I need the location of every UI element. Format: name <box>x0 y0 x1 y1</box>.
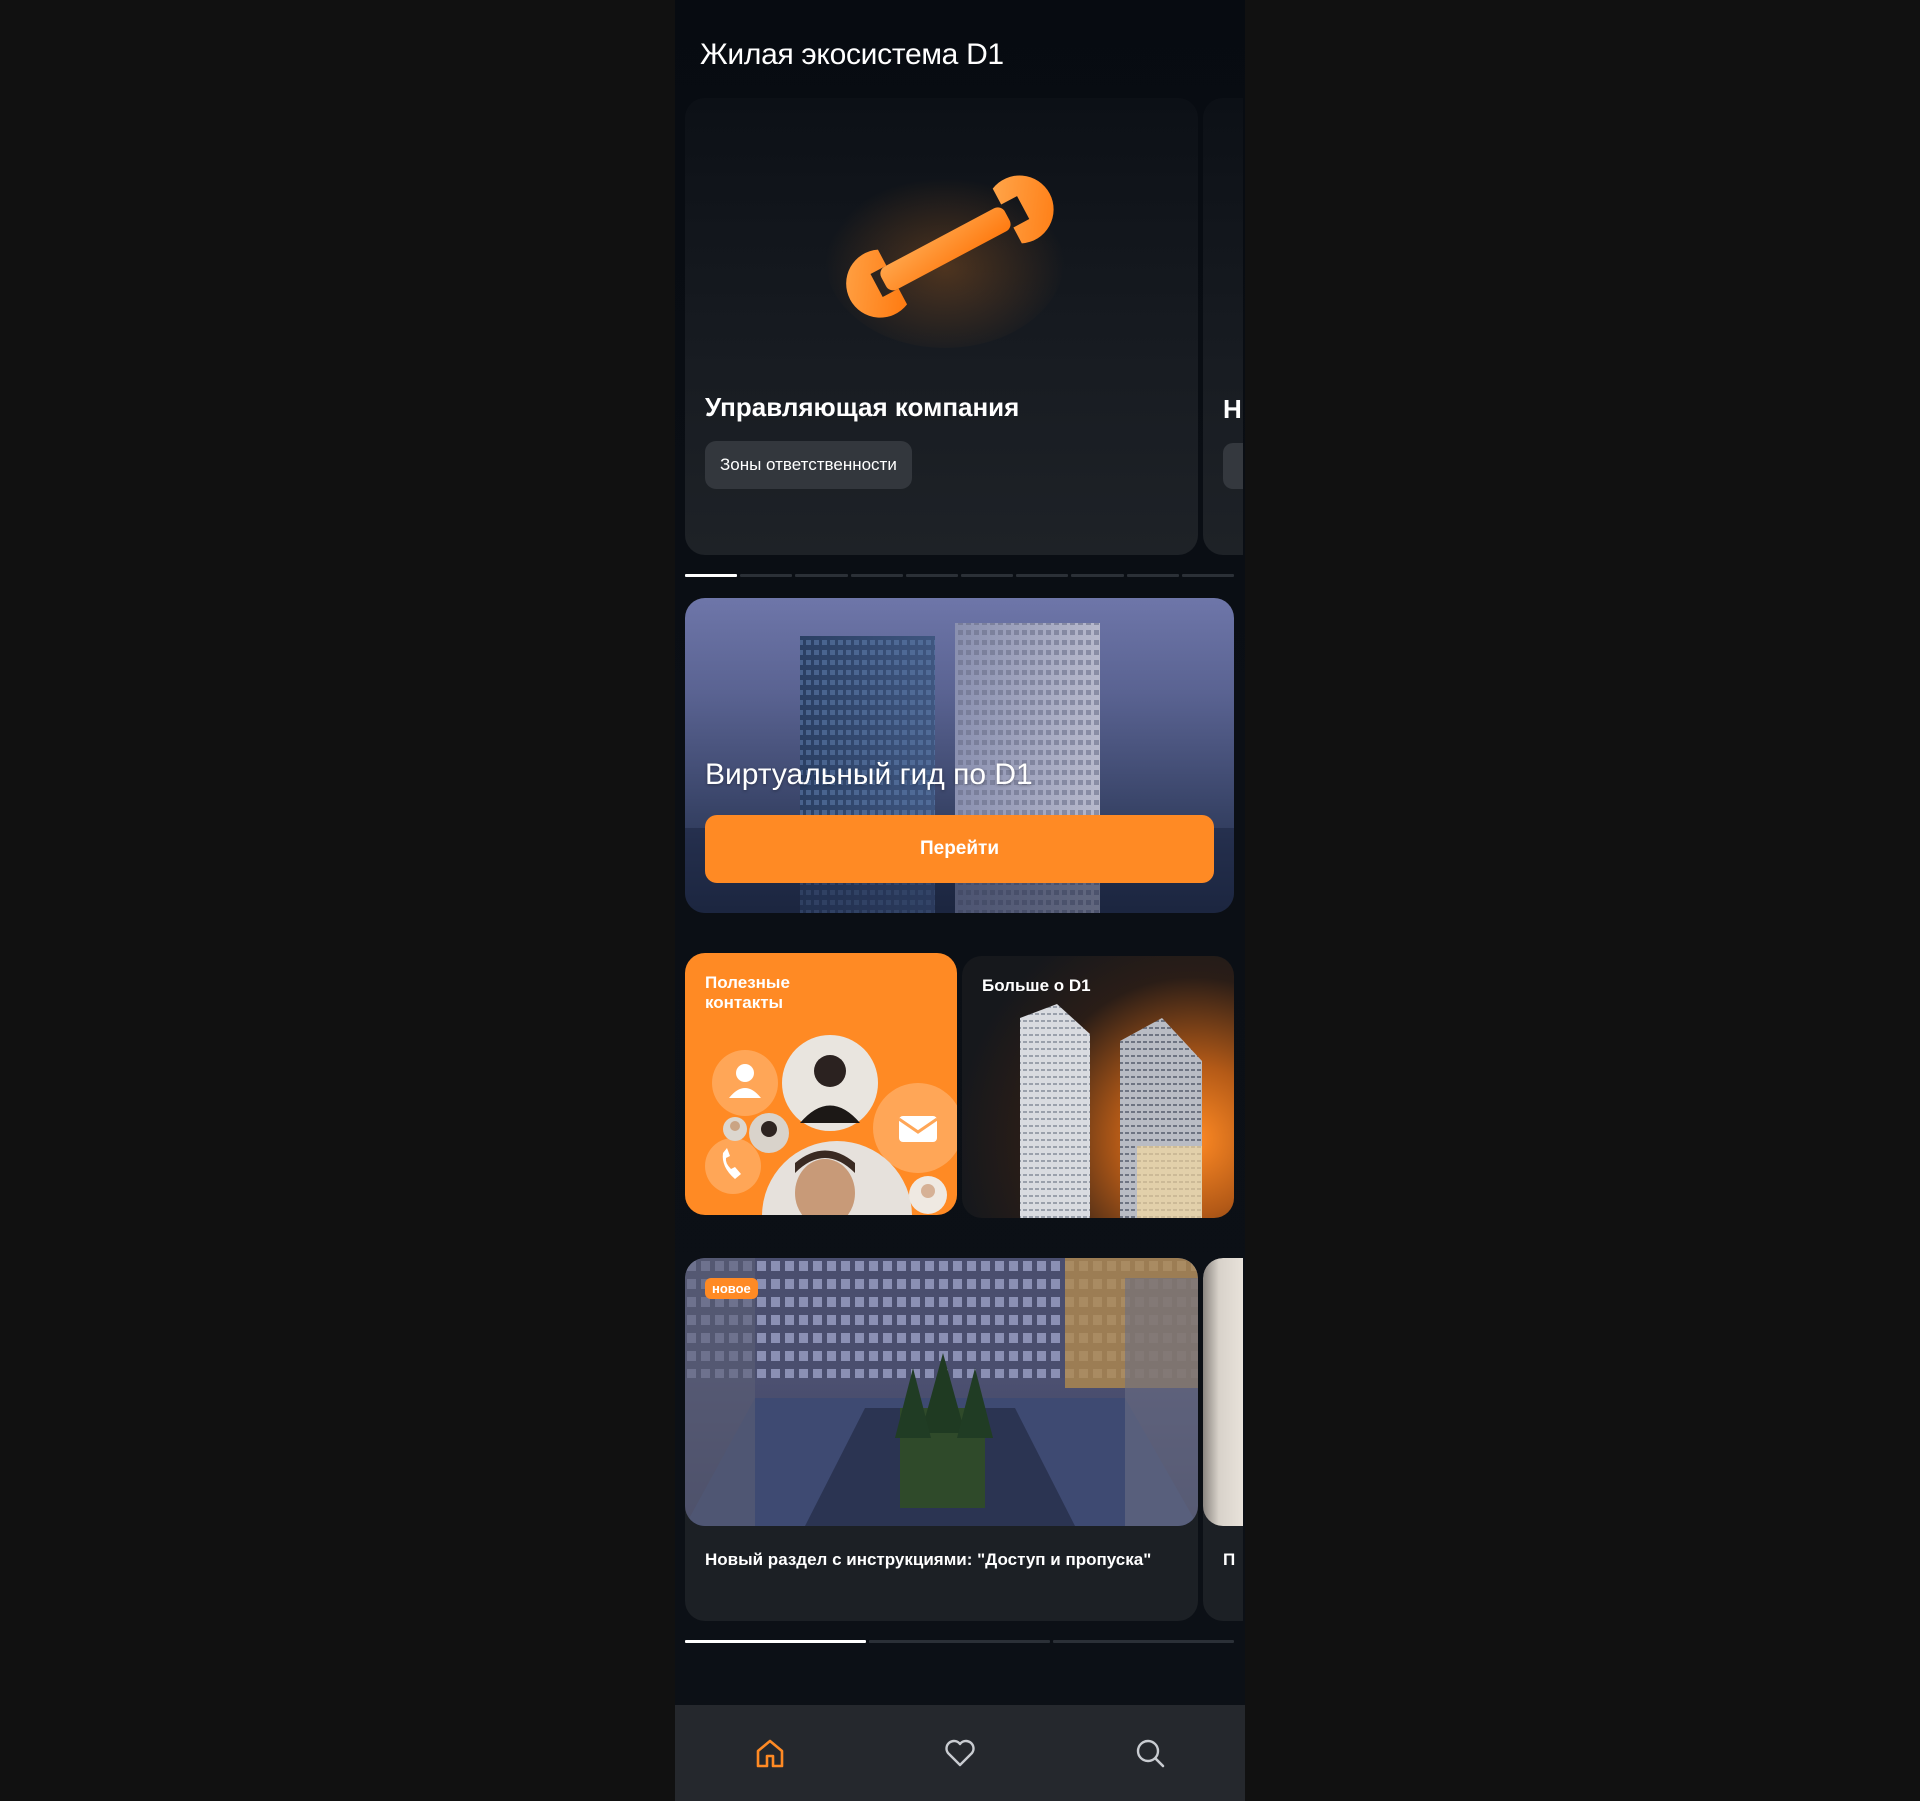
page-indicator <box>1126 574 1179 577</box>
new-badge: новое <box>705 1278 758 1299</box>
service-card-management[interactable]: Управляющая компания Зоны ответственност… <box>685 98 1198 555</box>
news-pagination <box>685 1640 1234 1643</box>
d1-towers-image <box>1020 1004 1202 1218</box>
news-title: Новый раздел с инструкциями: "Доступ и п… <box>705 1550 1152 1569</box>
courtyard-image: новое <box>685 1258 1198 1526</box>
contacts-illustration <box>705 1035 957 1215</box>
page-title: Жилая экосистема D1 <box>700 38 1004 71</box>
news-card[interactable]: новое Новый раздел с инструкциями: "Дост… <box>685 1258 1198 1621</box>
guide-title: Виртуальный гид по D1 <box>705 758 1033 791</box>
home-icon <box>756 1739 784 1768</box>
more-about-d1-tile[interactable]: Больше о D1 <box>962 956 1234 1218</box>
go-button[interactable]: Перейти <box>705 815 1214 883</box>
service-chip-peek[interactable] <box>1223 443 1243 489</box>
services-pagination <box>685 574 1235 577</box>
virtual-guide-card[interactable]: Виртуальный гид по D1 Перейти <box>685 598 1234 913</box>
page-indicator <box>1181 574 1235 577</box>
nav-favorites[interactable] <box>930 1723 990 1783</box>
mail-icon <box>898 1116 938 1142</box>
page-indicator <box>850 574 903 577</box>
page-indicator <box>961 574 1014 577</box>
page-indicator <box>1016 574 1069 577</box>
page-indicator <box>1071 574 1124 577</box>
page-indicator <box>685 574 738 577</box>
service-card-next[interactable]: Н <box>1203 98 1243 555</box>
page-indicator <box>685 1640 866 1643</box>
app-screen: Жилая экосистема D1 Управляющая компания… <box>675 0 1245 1801</box>
wrench-icon <box>825 168 1065 348</box>
service-title-peek: Н <box>1223 394 1242 424</box>
bottom-navigation <box>675 1705 1245 1801</box>
responsibility-zones-chip[interactable]: Зоны ответственности <box>705 441 912 489</box>
news-title-peek: П <box>1223 1550 1236 1569</box>
search-icon <box>1136 1739 1165 1768</box>
page-indicator <box>795 574 848 577</box>
news-image-peek <box>1203 1258 1243 1526</box>
page-indicator <box>1053 1640 1234 1643</box>
page-indicator <box>869 1640 1050 1643</box>
heart-icon <box>945 1739 975 1767</box>
nav-search[interactable] <box>1120 1723 1180 1783</box>
service-title: Управляющая компания <box>705 392 1020 422</box>
page-indicator <box>740 574 793 577</box>
nav-home[interactable] <box>740 1723 800 1783</box>
news-card-next[interactable]: П <box>1203 1258 1243 1621</box>
page-indicator <box>905 574 959 577</box>
useful-contacts-tile[interactable]: Полезные контакты <box>685 953 957 1215</box>
